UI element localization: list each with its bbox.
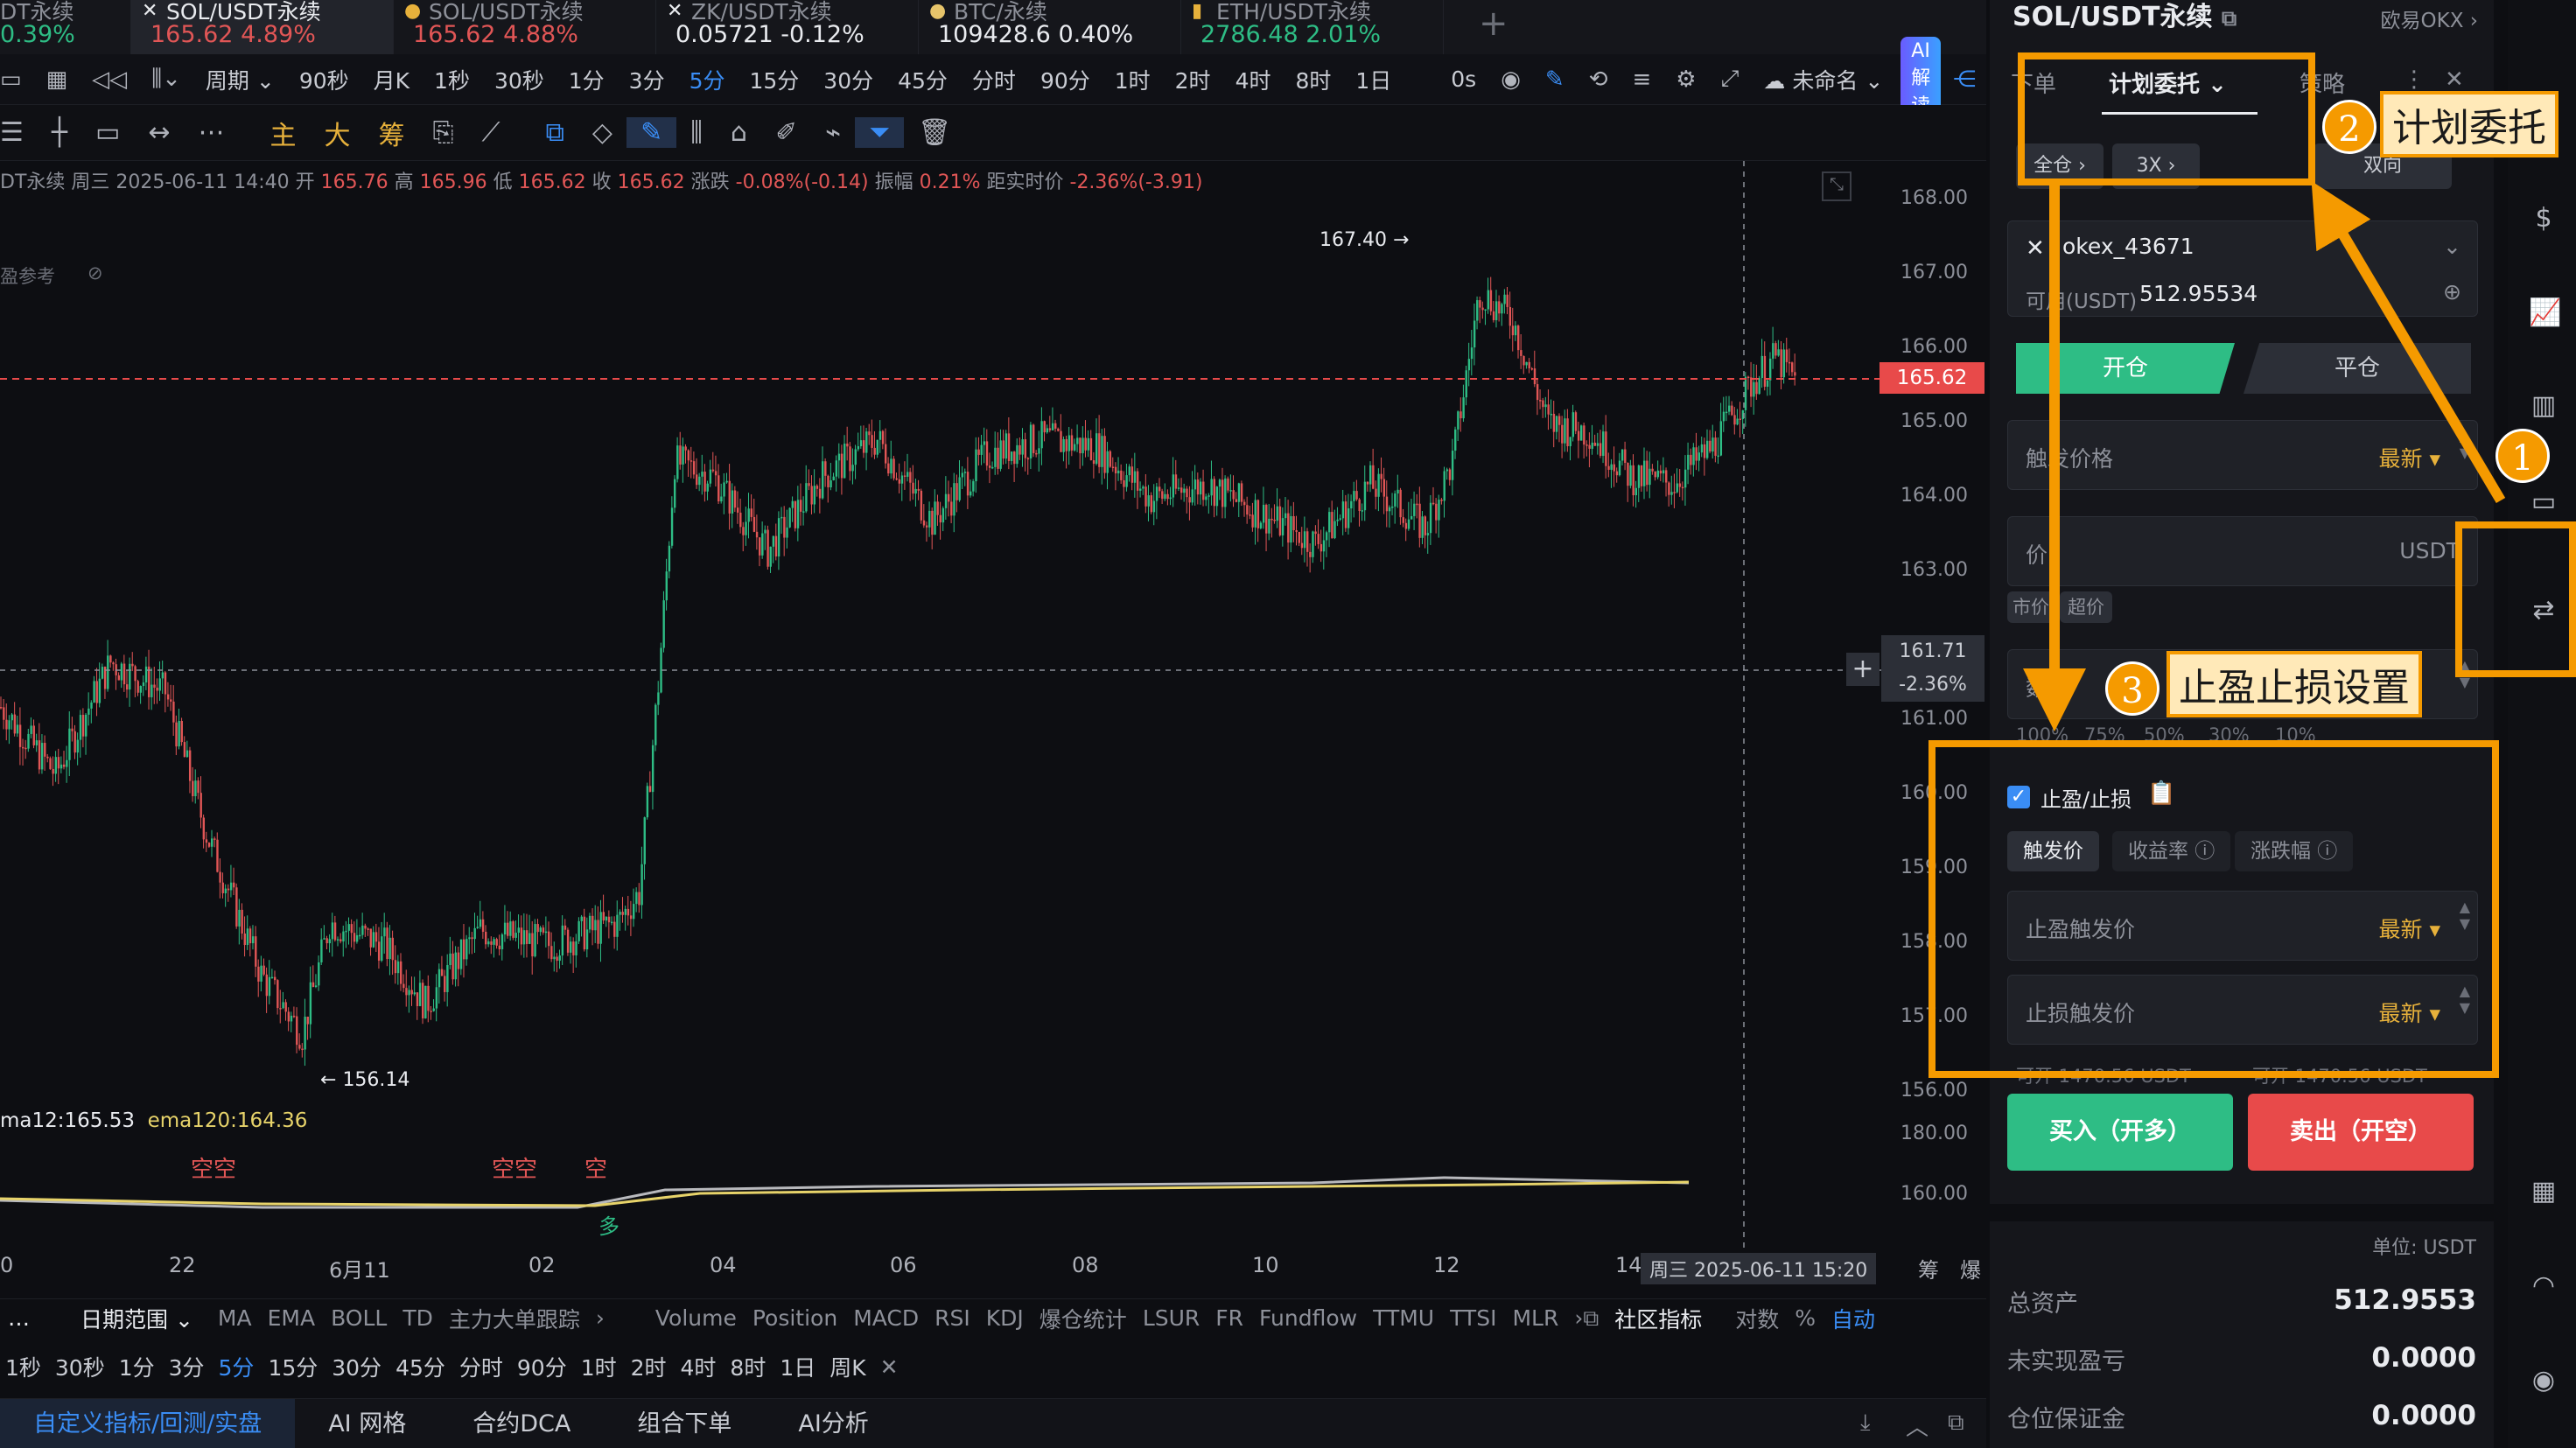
annotation-label-3: 止盈止损设置: [2166, 651, 2422, 717]
annotation-arrows: [2023, 181, 2506, 731]
annotation-number-3: 3: [2105, 661, 2160, 716]
annotation-number-1: 1: [2496, 429, 2550, 483]
annotation-label-2: 计划委托: [2380, 91, 2558, 157]
annotation-number-2: 2: [2322, 100, 2376, 154]
